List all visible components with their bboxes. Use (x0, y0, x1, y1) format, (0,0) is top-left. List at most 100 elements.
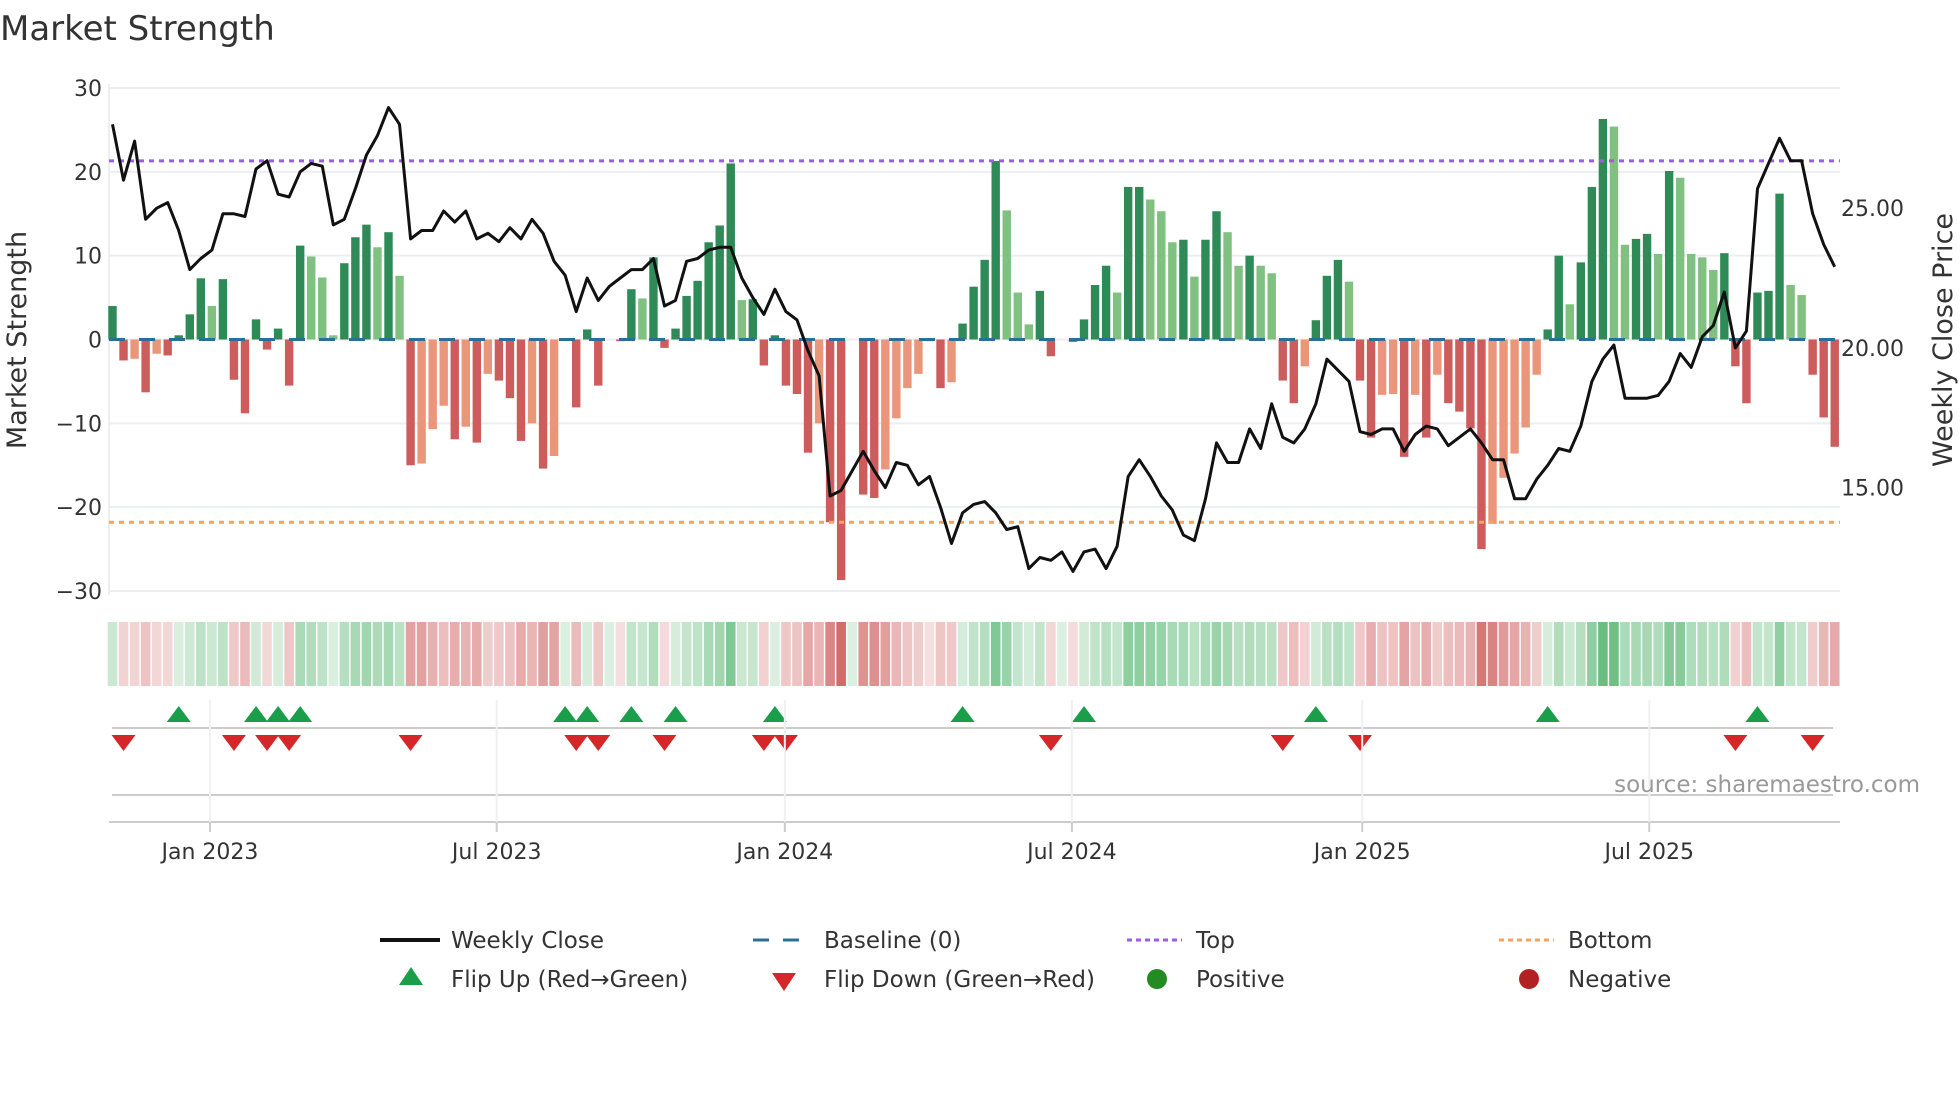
legend-label: Flip Down (Green→Red) (824, 967, 1095, 993)
flip-up-marker (663, 706, 688, 722)
heat-cell (1675, 622, 1685, 686)
positive-bar (1311, 320, 1321, 340)
heat-cell (1288, 622, 1299, 686)
heat-cell (527, 622, 537, 686)
heat-cell (1741, 622, 1752, 686)
heat-cell (648, 622, 659, 686)
heat-cell (582, 622, 593, 686)
flip-down-marker (1038, 735, 1063, 751)
heat-cell (792, 622, 802, 686)
positive-bar (980, 259, 989, 340)
heat-cell (1101, 622, 1111, 686)
positive-bar (1775, 193, 1784, 340)
flip-down-marker (277, 735, 302, 751)
negative-bar (538, 339, 548, 469)
positive-bar (748, 299, 758, 340)
positive-bar (1587, 186, 1597, 340)
heat-cell (328, 622, 339, 686)
heat-cell (405, 622, 416, 686)
heat-cell (1476, 622, 1487, 686)
negative-bar (240, 339, 250, 414)
legend-item-negative[interactable]: Negative (1519, 967, 1671, 993)
heat-cell (803, 622, 813, 686)
legend-item-flip-down[interactable]: Flip Down (Green→Red) (772, 967, 1095, 993)
strength-bars (108, 119, 1839, 581)
heat-cell (1653, 622, 1663, 686)
positive-bar (1786, 285, 1795, 340)
heat-cell (383, 622, 394, 686)
negative-bar (1399, 339, 1409, 457)
legend-item-flip-up[interactable]: Flip Up (Red→Green) (399, 967, 688, 993)
heat-cell (472, 622, 482, 686)
heat-cell (1829, 622, 1840, 686)
heat-cell (714, 622, 725, 686)
positive-bar (1543, 329, 1552, 340)
reference-lines (109, 159, 1840, 524)
flip-down-marker (652, 735, 677, 751)
heat-cell (1112, 622, 1122, 686)
heat-cell (1046, 622, 1056, 686)
heat-cell (483, 622, 493, 686)
negative-bar (903, 339, 912, 389)
heat-cell (129, 622, 140, 686)
legend-item-positive[interactable]: Positive (1147, 967, 1285, 993)
legend-item-baseline[interactable]: Baseline (0) (753, 928, 961, 954)
negative-bar (229, 339, 239, 380)
heat-cell (1520, 622, 1531, 686)
heat-cell (1344, 622, 1354, 686)
y-tick-label: 0 (88, 329, 102, 354)
positive-bar (969, 286, 978, 340)
heat-cell (659, 622, 670, 686)
heat-cell (1642, 622, 1652, 686)
legend-item-bottom[interactable]: Bottom (1499, 928, 1652, 954)
positive-bar (1322, 275, 1332, 340)
positive-bar (958, 323, 967, 340)
heat-cell (218, 622, 228, 686)
positive-bar (704, 242, 713, 340)
heat-cell (869, 622, 880, 686)
heat-cell (615, 622, 626, 686)
x-tick-label: Jan 2024 (734, 840, 833, 865)
right-axis-ticks: 25.00 20.00 15.00 (1841, 197, 1904, 501)
heat-cell (1300, 622, 1310, 686)
heat-cell (1730, 622, 1741, 686)
negative-bar (1046, 339, 1056, 357)
heat-cell (1233, 622, 1244, 686)
x-tick-label: Jan 2025 (1312, 840, 1411, 865)
heat-cell (1244, 622, 1255, 686)
positive-bar (1024, 324, 1034, 340)
positive-bar (351, 237, 360, 340)
heat-cell (1189, 622, 1200, 686)
positive-bar (373, 247, 382, 340)
heat-cell (725, 622, 736, 686)
positive-bar (682, 295, 691, 340)
source-label: source: sharemaestro.com (1614, 772, 1920, 798)
heat-cell (1366, 622, 1376, 686)
negative-bar (1830, 339, 1839, 447)
heat-cell (350, 622, 361, 686)
positive-bar (638, 298, 647, 340)
heat-cell (1211, 622, 1222, 686)
heat-cell (361, 622, 372, 686)
positive-bar (1146, 199, 1155, 340)
heat-cell (924, 622, 935, 686)
heat-cell (1796, 622, 1807, 686)
positive-bar (1653, 253, 1663, 340)
positive-bar (384, 232, 393, 340)
legend-item-weekly-close[interactable]: Weekly Close (380, 928, 604, 954)
heat-cell (847, 622, 857, 686)
negative-bar (1366, 339, 1376, 438)
legend-item-top[interactable]: Top (1127, 928, 1235, 954)
heat-cell (449, 622, 460, 686)
negative-bar (450, 339, 459, 440)
heat-cell (107, 622, 118, 686)
y-tick-label: −10 (56, 412, 102, 437)
heat-cell (1576, 622, 1586, 686)
heat-cell (1443, 622, 1454, 686)
negative-bar (781, 339, 791, 386)
heat-cell (703, 622, 714, 686)
heat-cell (1609, 622, 1619, 686)
positive-bar (1620, 244, 1630, 340)
heat-cell (990, 622, 1001, 686)
red-dot-icon (1519, 969, 1539, 989)
